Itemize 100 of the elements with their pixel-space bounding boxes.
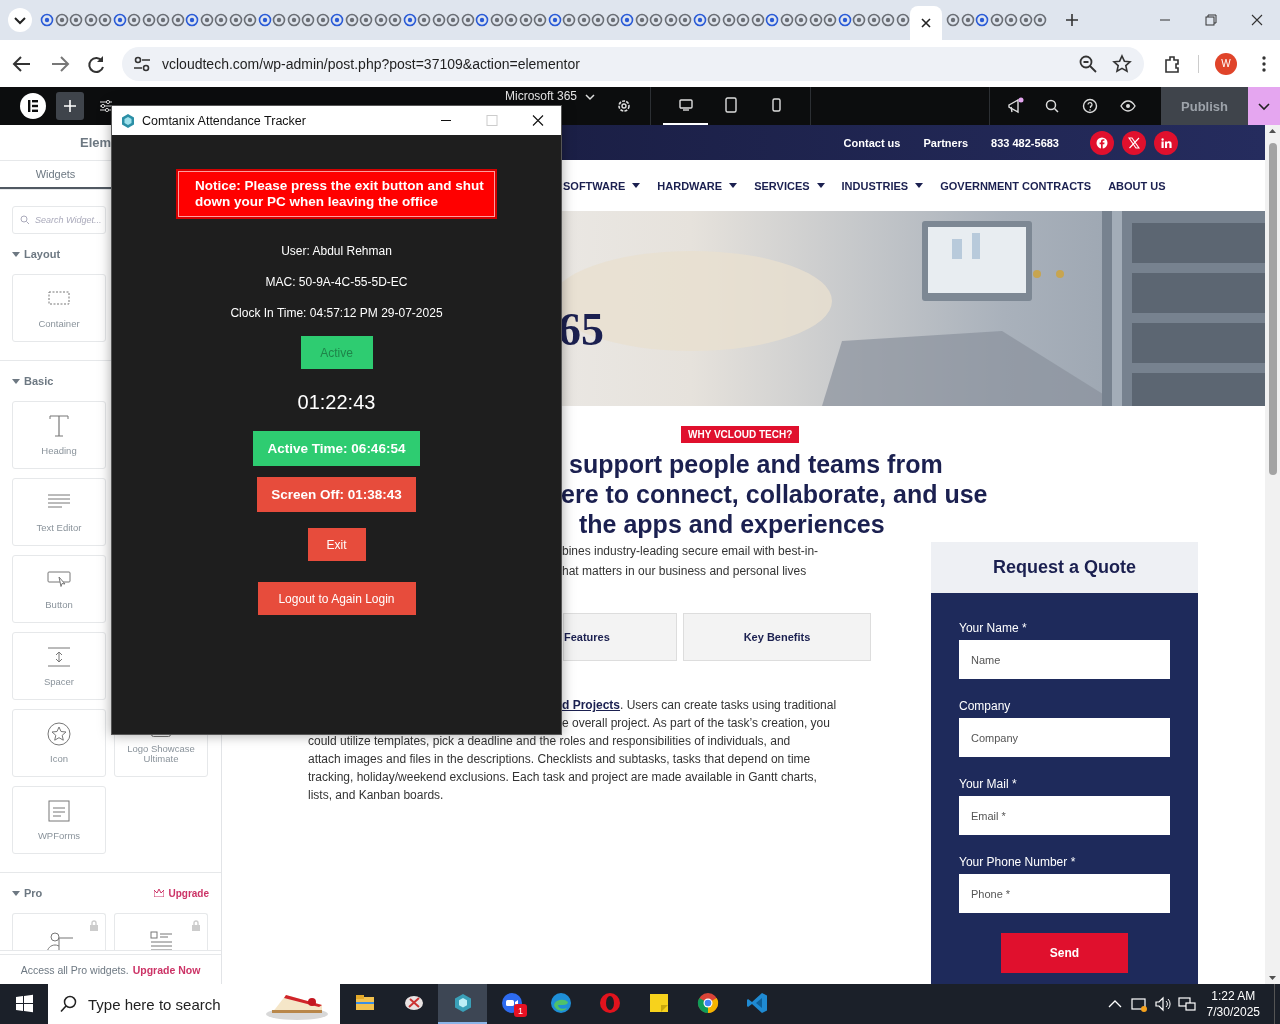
favicon-icon[interactable]	[547, 13, 562, 27]
volume-icon[interactable]	[1152, 994, 1173, 1014]
favicon-icon[interactable]	[794, 13, 808, 27]
document-title[interactable]: Microsoft 365	[505, 89, 578, 103]
favicon-icon[interactable]	[98, 13, 112, 27]
favicon-icon[interactable]	[1033, 13, 1047, 27]
category-title[interactable]: Pro	[24, 887, 43, 899]
search-icon[interactable]	[1044, 98, 1060, 114]
close-icon[interactable]	[920, 17, 932, 29]
content-tab[interactable]: Features	[563, 613, 677, 661]
widget-tile[interactable]	[114, 913, 208, 950]
favicon-icon[interactable]	[489, 13, 504, 27]
widget-tile[interactable]: WPForms	[12, 786, 106, 854]
collapse-caret-icon[interactable]	[12, 889, 20, 897]
clock-date[interactable]: 7/30/2025	[1206, 1004, 1260, 1020]
favicon-icon[interactable]	[960, 13, 975, 27]
input-field[interactable]: Phone *	[959, 874, 1170, 913]
caret-icon[interactable]	[584, 91, 597, 103]
search-field[interactable]: Type here to search	[48, 984, 340, 1024]
screen-off-button[interactable]: Screen Off: 01:38:43	[257, 477, 416, 512]
input-field[interactable]: Company	[959, 718, 1170, 757]
scrollbar-thumb[interactable]	[1268, 143, 1277, 475]
favicon-icon[interactable]	[707, 13, 721, 27]
favicon-icon[interactable]	[852, 13, 866, 27]
favicon-icon[interactable]	[837, 13, 852, 27]
favicon-icon[interactable]	[1004, 13, 1018, 27]
profile-avatar[interactable]: W	[1215, 52, 1237, 75]
zoom-icon[interactable]	[1078, 53, 1098, 74]
widget-tile[interactable]: Text Editor	[12, 478, 106, 546]
collapse-caret-icon[interactable]	[12, 377, 20, 385]
favicon-icon[interactable]	[301, 13, 315, 27]
favicon-icon[interactable]	[975, 13, 989, 27]
publish-button[interactable]: Publish	[1161, 87, 1248, 125]
favicon-icon[interactable]	[243, 13, 257, 27]
widget-tile[interactable]: Container	[12, 274, 106, 342]
favicon-icon[interactable]	[533, 13, 547, 27]
favicon-icon[interactable]	[634, 13, 649, 27]
favicon-icon[interactable]	[315, 13, 330, 27]
favicon-icon[interactable]	[721, 13, 736, 27]
favicon-icon[interactable]	[388, 13, 402, 27]
nav-link[interactable]: SOFTWARE	[563, 179, 641, 192]
favicon-icon[interactable]	[141, 13, 156, 27]
input-field[interactable]: Email *	[959, 796, 1170, 835]
favicon-icon[interactable]	[431, 13, 446, 27]
favicon-icon[interactable]	[69, 13, 83, 27]
exit-button[interactable]: Exit	[307, 528, 366, 561]
favicon-icon[interactable]	[736, 13, 750, 27]
favicon-icon[interactable]	[446, 13, 460, 27]
favicon-icon[interactable]	[946, 13, 960, 27]
settings-sliders-icon[interactable]	[98, 98, 114, 114]
top-link[interactable]: 833 482-5683	[991, 136, 1059, 149]
preview-eye-icon[interactable]	[1120, 98, 1136, 114]
favicon-icon[interactable]	[373, 13, 388, 27]
favicon-icon[interactable]	[127, 13, 141, 27]
logout-button[interactable]: Logout to Again Login	[257, 582, 416, 615]
star-icon[interactable]	[1112, 53, 1132, 74]
favicon-icon[interactable]	[417, 13, 431, 27]
help-icon[interactable]	[1082, 98, 1098, 114]
tracker-taskbar-button[interactable]	[438, 984, 487, 1024]
favicon-icon[interactable]	[286, 13, 301, 27]
favicon-icon[interactable]	[54, 13, 69, 27]
favicon-icon[interactable]	[678, 13, 692, 27]
favicon-icon[interactable]	[156, 13, 170, 27]
favicon-icon[interactable]	[402, 13, 417, 27]
collapse-caret-icon[interactable]	[12, 250, 20, 258]
category-title[interactable]: Layout	[24, 248, 61, 260]
favicon-icon[interactable]	[866, 13, 881, 27]
widget-tile[interactable]: Spacer	[12, 632, 106, 700]
favicon-icon[interactable]	[475, 13, 489, 27]
upgrade-link[interactable]: Upgrade	[154, 887, 209, 899]
nav-link[interactable]: GOVERNMENT CONTRACTS	[940, 179, 1092, 192]
favicon-icon[interactable]	[518, 13, 533, 27]
favicon-icon[interactable]	[330, 13, 344, 27]
favicon-icon[interactable]	[750, 13, 765, 27]
publish-options-button[interactable]	[1248, 87, 1280, 125]
megaphone-icon[interactable]	[1006, 97, 1024, 115]
category-title[interactable]: Basic	[24, 375, 54, 387]
facebook-link[interactable]	[1090, 130, 1114, 155]
nav-link[interactable]: ABOUT US	[1108, 179, 1166, 192]
favicon-icon[interactable]	[185, 13, 199, 27]
favicon-icon[interactable]	[779, 13, 794, 27]
favicon-icon[interactable]	[808, 13, 823, 27]
favicon-icon[interactable]	[504, 13, 518, 27]
favicon-icon[interactable]	[989, 13, 1004, 27]
favicon-icon[interactable]	[649, 13, 663, 27]
input-field[interactable]: Name	[959, 640, 1170, 679]
favicon-icon[interactable]	[228, 13, 243, 27]
linkedin-link[interactable]	[1154, 130, 1178, 155]
upgrade-now-link[interactable]: Upgrade Now	[132, 963, 201, 976]
favicon-icon[interactable]	[881, 13, 895, 27]
favicon-icon[interactable]	[620, 13, 634, 27]
nav-link[interactable]: HARDWARE	[657, 179, 738, 192]
favicon-icon[interactable]	[562, 13, 576, 27]
address-field[interactable]: vcloudtech.com/wp-admin/post.php?post=37109&action=elementor	[162, 55, 580, 72]
favicon-icon[interactable]	[214, 13, 228, 27]
widget-tile[interactable]: Heading	[12, 401, 106, 469]
favicon-icon[interactable]	[170, 13, 185, 27]
favicon-icon[interactable]	[83, 13, 98, 27]
favicon-icon[interactable]	[591, 13, 605, 27]
nav-link[interactable]: INDUSTRIES	[841, 179, 924, 192]
